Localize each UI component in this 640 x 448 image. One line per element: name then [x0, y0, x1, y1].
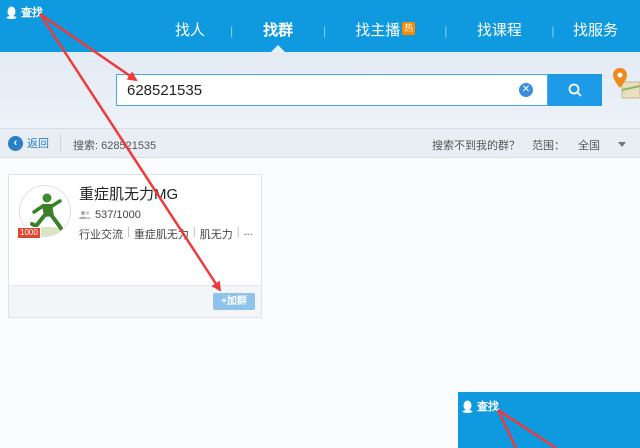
group-level-badge: 1000 — [17, 227, 41, 239]
thumbnail-window: 查找 — [458, 392, 640, 448]
search-input[interactable] — [127, 75, 507, 105]
tag-separator: | — [127, 226, 130, 238]
group-tag: 重症肌无力 — [133, 229, 189, 241]
search-icon — [568, 83, 582, 97]
tab-find-services[interactable]: 找服务 — [555, 0, 637, 52]
search-box: ✕ — [116, 74, 548, 106]
member-count: 537/1000 — [79, 209, 141, 221]
nav-tabs: 找人 | 找群 | 找主播热 | 找课程 | 找服务 — [150, 0, 640, 52]
window-title: 查找 — [6, 4, 43, 20]
range-label: 范围： — [532, 140, 565, 152]
thumbnail-title-text: 查找 — [477, 401, 499, 413]
tab-find-people[interactable]: 找人 — [150, 0, 230, 52]
tag-separator: | — [192, 226, 196, 238]
tab-find-streamers-label: 找主播 — [355, 22, 401, 39]
group-card[interactable]: 1000 重症肌无力MG 537/1000 行业交流 | 重症肌无力 | 肌无力… — [8, 174, 262, 318]
thumbnail-title: 查找 — [462, 398, 499, 414]
group-name: 重症肌无力MG — [79, 186, 179, 203]
map-location-icon[interactable] — [612, 66, 640, 102]
join-group-button[interactable]: +加群 — [213, 293, 255, 310]
tab-find-streamers[interactable]: 找主播热 — [326, 0, 444, 52]
filter-bar: ‹ 返回 搜索: 628521535 搜索不到我的群？ 范围： 全国 — [0, 128, 640, 158]
search-button[interactable] — [548, 74, 602, 106]
tab-find-groups[interactable]: 找群 — [233, 0, 323, 52]
tag-separator: | — [236, 226, 240, 238]
group-tag-more: ... — [243, 226, 253, 238]
chevron-down-icon[interactable] — [618, 142, 626, 147]
clear-icon[interactable]: ✕ — [519, 83, 533, 97]
back-button[interactable]: ‹ 返回 — [8, 135, 49, 151]
top-bar: 查找 找人 | 找群 | 找主播热 | 找课程 | 找服务 — [0, 0, 640, 52]
group-tag: 行业交流 — [79, 229, 123, 241]
search-area: ✕ — [0, 52, 640, 128]
hot-badge: 热 — [402, 22, 416, 35]
back-arrow-icon: ‹ — [8, 135, 23, 151]
people-icon — [79, 211, 91, 219]
card-footer: +加群 — [9, 285, 261, 317]
tab-find-courses[interactable]: 找课程 — [447, 0, 551, 52]
group-tag: 肌无力 — [199, 229, 233, 241]
qq-penguin-icon — [6, 6, 17, 19]
window-title-text: 查找 — [21, 7, 43, 19]
search-summary: 搜索: 628521535 — [73, 140, 157, 152]
group-tags: 行业交流 | 重症肌无力 | 肌无力 | ... — [79, 226, 253, 242]
range-select[interactable]: 全国 — [578, 137, 600, 153]
member-count-text: 537/1000 — [95, 209, 141, 221]
not-found-link[interactable]: 搜索不到我的群？ — [432, 137, 520, 153]
divider — [60, 134, 61, 152]
back-label: 返回 — [27, 138, 49, 150]
qq-penguin-icon — [462, 400, 473, 413]
